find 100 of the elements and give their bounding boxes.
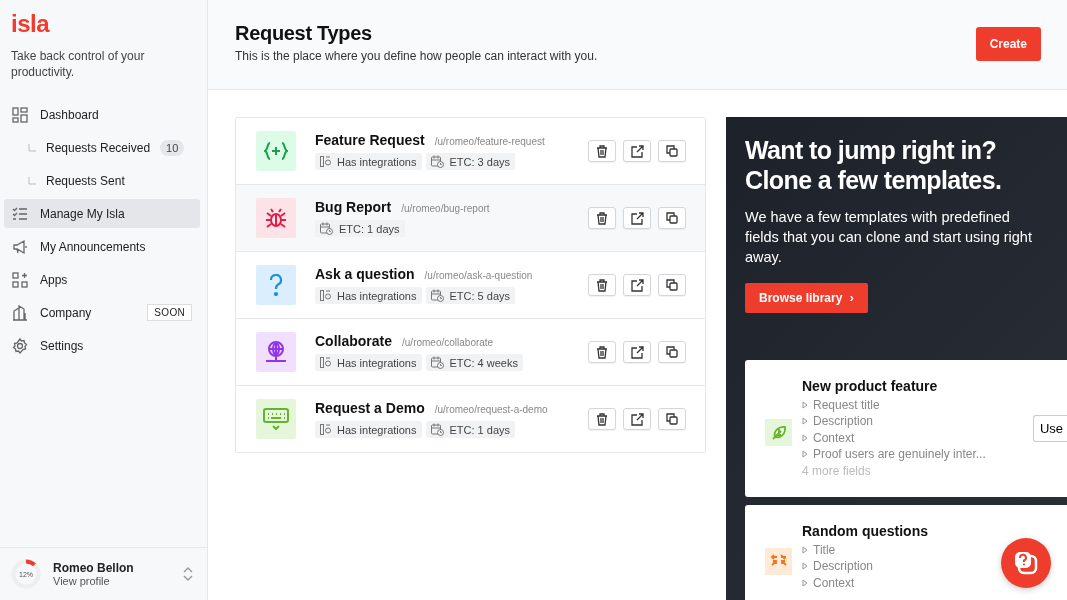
nav-item[interactable]: Apps (4, 265, 200, 294)
template-field: Description (802, 413, 874, 430)
request-row[interactable]: Bug Report /u/romeo/bug-report ETC: 1 days (236, 185, 705, 252)
nav-item[interactable]: My Announcements (4, 232, 200, 261)
open-link-button[interactable] (623, 408, 651, 430)
delete-button[interactable] (588, 274, 616, 296)
more-fields: 4 more fields (802, 462, 1033, 479)
promo-text: We have a few templates with predefined fields that you can clone and start using right away. (745, 208, 1033, 267)
isla-logo: isla (11, 12, 50, 36)
template-field: Proof users are genuinely inter... (802, 446, 986, 463)
delete-button[interactable] (588, 140, 616, 162)
trash-icon (596, 211, 608, 225)
template-field: Description (802, 558, 874, 575)
open-link-button[interactable] (623, 207, 651, 229)
trash-icon (596, 412, 608, 426)
use-button[interactable]: Use (1032, 415, 1067, 442)
external-link-icon (630, 345, 644, 359)
copy-button[interactable] (658, 274, 686, 296)
delete-button[interactable] (588, 408, 616, 430)
nav-subitem[interactable]: Requests Received 10 (4, 133, 200, 162)
template-field: Context (802, 429, 855, 446)
copy-icon (666, 212, 678, 224)
integrations-icon (320, 424, 331, 435)
browse-library-button[interactable]: Browse library › (745, 283, 868, 313)
request-path: /u/romeo/bug-report (401, 203, 490, 214)
external-link-icon (630, 278, 644, 292)
trash-icon (596, 345, 608, 359)
request-path: /u/romeo/ask-a-question (424, 270, 533, 281)
bug-icon (256, 198, 296, 238)
nav-item[interactable]: Settings (4, 331, 200, 360)
copy-icon (666, 346, 678, 358)
integrations-tag: Has integrations (315, 287, 422, 304)
open-link-button[interactable] (623, 341, 651, 363)
view-profile-link[interactable]: View profile (53, 575, 171, 587)
external-link-icon (630, 412, 644, 426)
copy-button[interactable] (658, 341, 686, 363)
etc-tag: ETC: 4 weeks (425, 354, 523, 371)
open-link-button[interactable] (623, 140, 651, 162)
external-link-icon (630, 211, 644, 225)
open-link-button[interactable] (623, 274, 651, 296)
request-name: Ask a question (315, 266, 415, 282)
list-icon (12, 205, 28, 222)
calendar-clock-icon (430, 289, 444, 302)
chevron-updown-icon[interactable] (183, 567, 193, 581)
nav-subitem[interactable]: Requests Sent (4, 166, 200, 195)
etc-tag: ETC: 5 days (425, 287, 516, 304)
nav-item[interactable]: Dashboard (4, 100, 200, 129)
calendar-clock-icon (430, 356, 444, 369)
request-name: Feature Request (315, 132, 425, 148)
etc-tag: ETC: 1 days (315, 220, 405, 237)
branch-icon (28, 143, 36, 152)
nav-item[interactable]: Company SOON (4, 298, 200, 327)
question-icon (256, 265, 296, 305)
braces-icon (256, 131, 296, 171)
calendar-clock-icon (320, 222, 333, 235)
create-button[interactable]: Create (975, 27, 1041, 61)
nav-item[interactable]: Manage My Isla (4, 199, 200, 228)
globe-icon (256, 332, 296, 372)
page-title: Request Types (235, 22, 373, 45)
copy-button[interactable] (658, 207, 686, 229)
copy-button[interactable] (658, 408, 686, 430)
calendar-clock-icon (430, 423, 444, 436)
leaf-icon (765, 419, 792, 446)
request-row[interactable]: Feature Request /u/romeo/feature-request Has integrations ETC: 3 days (236, 118, 705, 185)
apps-icon (12, 271, 28, 288)
delete-button[interactable] (588, 341, 616, 363)
trash-icon (596, 144, 608, 158)
building-icon (12, 304, 28, 321)
keyboard-icon (256, 399, 296, 439)
grid-icon (12, 106, 28, 123)
megaphone-icon (12, 238, 28, 255)
integrations-icon (320, 357, 331, 368)
calendar-clock-icon (430, 155, 444, 168)
copy-button[interactable] (658, 140, 686, 162)
help-chat-icon (1013, 550, 1039, 576)
etc-tag: ETC: 3 days (425, 153, 516, 170)
request-path: /u/romeo/feature-request (434, 136, 545, 147)
arrows-icon (765, 547, 792, 575)
tagline: Take back control of your productivity. (11, 48, 146, 80)
profile-name: Romeo Bellon (53, 561, 135, 575)
integrations-icon (320, 290, 331, 301)
copy-icon (666, 145, 678, 157)
delete-button[interactable] (588, 207, 616, 229)
soon-badge: SOON (147, 304, 192, 321)
external-link-icon (630, 144, 644, 158)
copy-icon (666, 279, 678, 291)
request-path: /u/romeo/collaborate (402, 337, 494, 348)
template-name: Random questions (802, 523, 929, 540)
template-field: Context (802, 574, 855, 591)
template-name: New product feature (802, 378, 939, 395)
integrations-tag: Has integrations (315, 354, 422, 371)
request-path: /u/romeo/request-a-demo (434, 404, 548, 415)
branch-icon (28, 176, 36, 185)
integrations-tag: Has integrations (315, 153, 422, 170)
request-name: Bug Report (315, 199, 392, 215)
request-name: Collaborate (315, 333, 392, 349)
template-field: Request title (802, 396, 880, 413)
integrations-tag: Has integrations (315, 421, 422, 438)
count-badge: 10 (160, 139, 185, 156)
settings-icon (12, 337, 28, 354)
